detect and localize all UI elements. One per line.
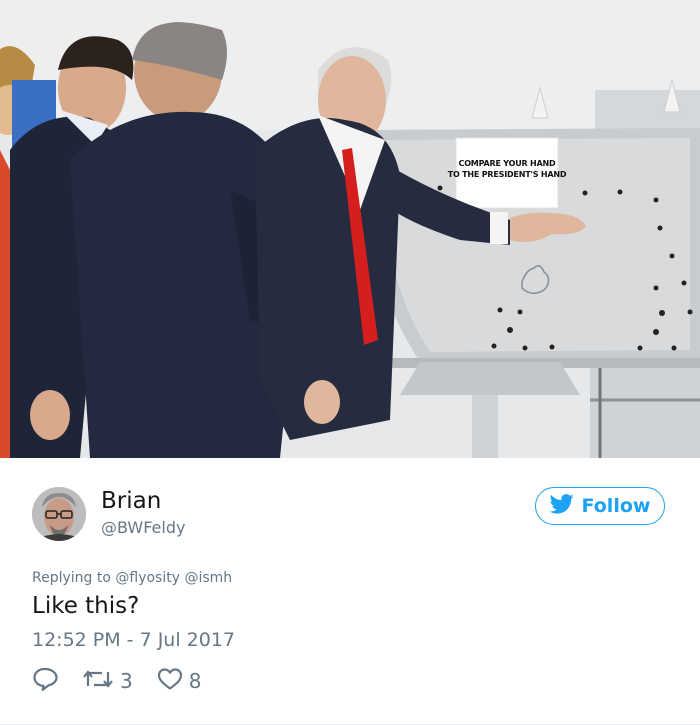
reply-button[interactable]	[32, 666, 58, 697]
retweet-icon	[82, 666, 114, 697]
tweet-actions: 3 8	[32, 666, 225, 696]
follow-label: Follow	[581, 495, 651, 517]
tweet-card: Brian @BWFeldy Follow Replying to @flyos…	[0, 458, 700, 725]
user-handle[interactable]: @BWFeldy	[101, 518, 185, 537]
like-button[interactable]: 8	[157, 667, 202, 696]
heart-icon	[157, 667, 183, 696]
tweet-text: Like this?	[32, 593, 140, 619]
retweet-button[interactable]: 3	[82, 666, 133, 697]
retweet-count: 3	[120, 669, 133, 693]
avatar[interactable]	[32, 487, 86, 541]
sign-line-1: COMPARE YOUR HAND	[459, 159, 556, 168]
tweet-photo[interactable]: COMPARE YOUR HAND TO THE PRESIDENT'S HAN…	[0, 0, 700, 458]
display-name[interactable]: Brian	[101, 488, 161, 514]
reply-icon	[32, 666, 58, 697]
twitter-bird-icon	[549, 493, 574, 519]
sign-line-2: TO THE PRESIDENT'S HAND	[448, 170, 567, 179]
replying-to[interactable]: Replying to @flyosity @ismh	[32, 570, 232, 586]
follow-button[interactable]: Follow	[535, 487, 665, 525]
timestamp[interactable]: 12:52 PM - 7 Jul 2017	[32, 629, 235, 651]
like-count: 8	[188, 669, 202, 693]
